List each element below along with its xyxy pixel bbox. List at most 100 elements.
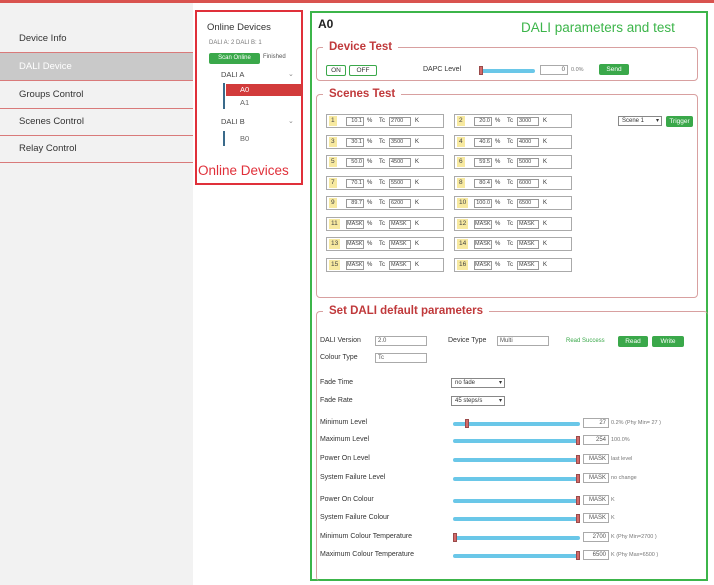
scene-select[interactable]: Scene 1 ▾ <box>618 116 662 126</box>
param-slider[interactable] <box>453 496 580 505</box>
param-slider[interactable] <box>453 455 580 464</box>
scene-tc-input[interactable]: 5500 <box>389 178 411 188</box>
scene-tc-input[interactable]: 4500 <box>389 158 411 167</box>
kelvin-unit: K <box>543 138 548 145</box>
sidebar-item-groups-control[interactable]: Groups Control <box>0 81 193 109</box>
param-slider-thumb[interactable] <box>465 419 469 428</box>
param-value-input[interactable]: 2700 <box>583 532 609 542</box>
kelvin-unit: K <box>415 241 420 247</box>
param-slider-thumb[interactable] <box>576 514 580 523</box>
sidebar-item-dali-device[interactable]: DALI Device <box>0 53 193 81</box>
param-slider[interactable] <box>453 533 580 542</box>
param-value-input[interactable]: MASK <box>583 454 609 464</box>
scene-level-input[interactable]: 10.1 <box>346 117 364 126</box>
param-slider-thumb[interactable] <box>576 455 580 464</box>
scene-tc-input[interactable]: 6200 <box>389 199 411 208</box>
trigger-button[interactable]: Trigger <box>666 116 693 127</box>
scene-level-input[interactable]: 40.6 <box>474 137 492 147</box>
scene-level-input[interactable]: 70.1 <box>346 178 364 188</box>
param-slider-thumb[interactable] <box>453 533 457 542</box>
param-label: Power On Colour <box>320 496 374 503</box>
dapc-level-slider[interactable] <box>479 66 535 75</box>
scene-row: 7 70.1% Tc 5500 K <box>326 175 444 190</box>
bus-b-label[interactable]: DALI B <box>221 117 245 126</box>
param-value-input[interactable]: 6500 <box>583 550 609 560</box>
fade-time-select[interactable]: no fade ▾ <box>451 378 505 388</box>
scene-tc-input[interactable]: 3000 <box>517 117 539 126</box>
scene-tc-input[interactable]: MASK <box>517 240 539 249</box>
sidebar-item-relay-control[interactable]: Relay Control <box>0 135 193 163</box>
percent-unit: % <box>495 200 501 206</box>
device-type-field: Multi <box>497 336 549 346</box>
scene-tc-input[interactable]: 6000 <box>517 178 539 188</box>
device-item-a0[interactable]: A0 <box>226 84 302 96</box>
scene-tc-input[interactable]: MASK <box>389 219 411 229</box>
scene-level-input[interactable]: 20.0 <box>474 117 492 126</box>
dapc-level-input[interactable]: 0 <box>540 65 568 75</box>
scene-level-input[interactable]: 50.0 <box>346 158 364 167</box>
sidebar-item-device-info[interactable]: Device Info <box>0 25 193 53</box>
colour-type-field: Tc <box>375 353 427 363</box>
param-slider-thumb[interactable] <box>576 496 580 505</box>
param-value-input[interactable]: MASK <box>583 495 609 505</box>
scene-level-input[interactable]: 80.4 <box>474 178 492 188</box>
scene-level-input[interactable]: 59.5 <box>474 158 492 167</box>
fade-rate-select[interactable]: 45 steps/s ▾ <box>451 396 505 406</box>
scene-row: 4 40.6% Tc 4000 K <box>454 134 572 149</box>
scene-tc-input[interactable]: MASK <box>389 260 411 270</box>
scene-tc-input[interactable]: MASK <box>389 240 411 249</box>
param-slider-thumb[interactable] <box>576 436 580 445</box>
param-slider-thumb[interactable] <box>576 474 580 483</box>
device-item-a1[interactable]: A1 <box>226 97 302 109</box>
fade-rate-label: Fade Rate <box>320 397 353 404</box>
scene-level-input[interactable]: MASK <box>346 240 364 249</box>
scene-row: 3 30.1% Tc 3500 K <box>326 134 444 149</box>
scene-number: 2 <box>457 116 465 126</box>
param-value-input[interactable]: 254 <box>583 435 609 445</box>
param-slider[interactable] <box>453 551 580 560</box>
scene-level-input[interactable]: MASK <box>474 260 492 270</box>
write-button[interactable]: Write <box>652 336 684 347</box>
scan-online-button[interactable]: Scan Online <box>209 53 260 64</box>
bus-a-label[interactable]: DALI A <box>221 70 244 79</box>
kelvin-unit: K <box>543 159 548 165</box>
read-status: Read Success <box>566 338 605 344</box>
off-button[interactable]: OFF <box>349 65 377 76</box>
read-button[interactable]: Read <box>618 336 648 347</box>
scene-level-input[interactable]: 30.1 <box>346 137 364 147</box>
param-value-input[interactable]: MASK <box>583 513 609 523</box>
param-value-input[interactable]: MASK <box>583 473 609 483</box>
on-button[interactable]: ON <box>326 65 346 76</box>
scene-level-input[interactable]: MASK <box>474 240 492 249</box>
scene-tc-input[interactable]: 4000 <box>517 137 539 147</box>
scene-tc-input[interactable]: MASK <box>517 219 539 229</box>
chevron-down-icon: ▾ <box>655 118 659 124</box>
scene-tc-input[interactable]: MASK <box>517 260 539 270</box>
param-note: 0.2% (Phy Min= 27 ) <box>611 420 661 426</box>
scene-level-input[interactable]: 100.0 <box>474 199 492 208</box>
scene-level-input[interactable]: 89.7 <box>346 199 364 208</box>
param-slider-thumb[interactable] <box>576 551 580 560</box>
chevron-down-icon[interactable]: ⌄ <box>288 117 294 125</box>
scene-level-input[interactable]: MASK <box>346 219 364 229</box>
sidebar-item-scenes-control[interactable]: Scenes Control <box>0 108 193 136</box>
scene-select-value: Scene 1 <box>622 118 645 124</box>
param-slider[interactable] <box>453 419 580 428</box>
param-slider[interactable] <box>453 474 580 483</box>
scene-number: 6 <box>457 157 465 167</box>
scene-level-input[interactable]: MASK <box>474 219 492 229</box>
scene-level-input[interactable]: MASK <box>346 260 364 270</box>
param-slider[interactable] <box>453 436 580 445</box>
param-value-input[interactable]: 27 <box>583 418 609 428</box>
scene-tc-input[interactable]: 2700 <box>389 117 411 126</box>
dapc-slider-thumb[interactable] <box>479 66 483 75</box>
chevron-down-icon[interactable]: ⌄ <box>288 70 294 78</box>
scene-tc-input[interactable]: 6500 <box>517 199 539 208</box>
tc-label: Tc <box>379 179 385 186</box>
scene-tc-input[interactable]: 5000 <box>517 158 539 167</box>
scene-tc-input[interactable]: 3500 <box>389 137 411 147</box>
param-slider[interactable] <box>453 514 580 523</box>
send-button[interactable]: Send <box>599 64 629 75</box>
online-devices-annotation: Online Devices <box>198 163 289 178</box>
device-item-b0[interactable]: B0 <box>226 133 302 145</box>
